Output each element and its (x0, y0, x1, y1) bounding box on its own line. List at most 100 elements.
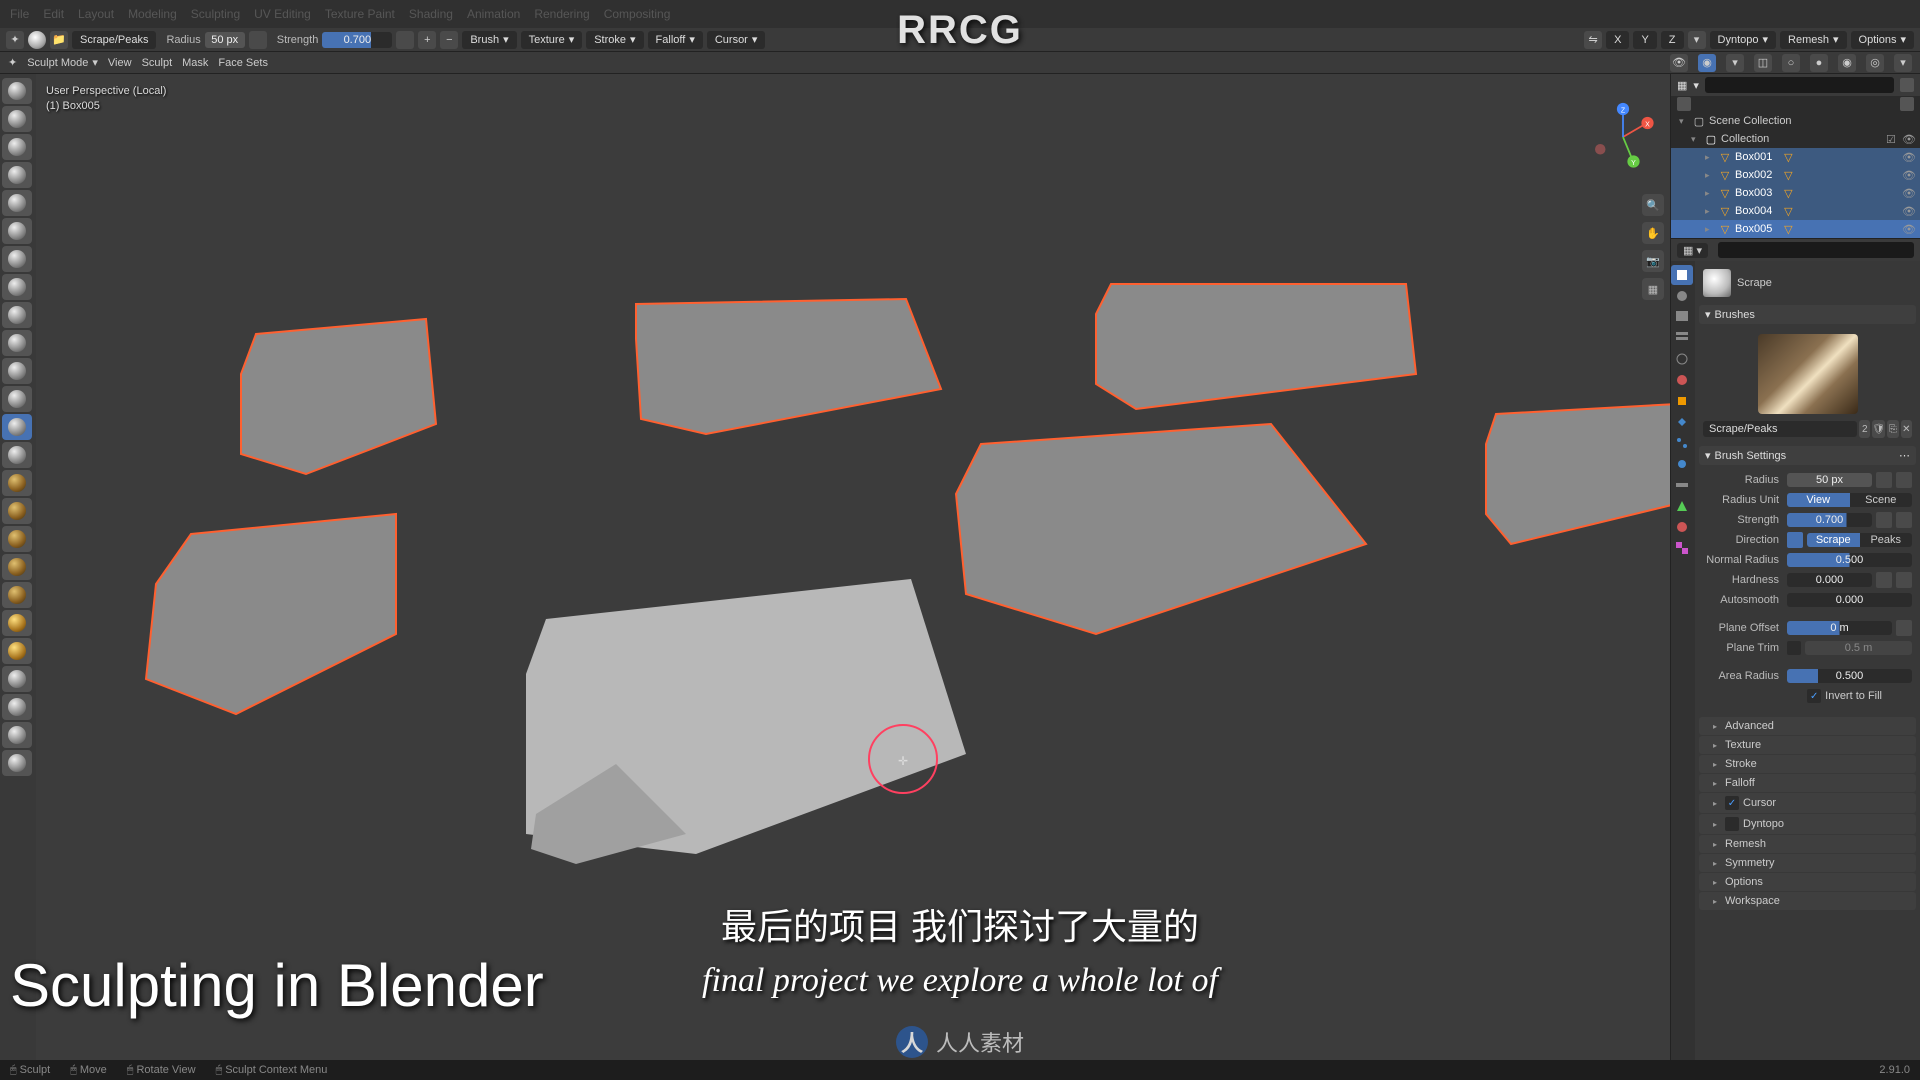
shading-rendered-icon[interactable]: ◎ (1866, 54, 1884, 72)
tool-layer[interactable] (2, 218, 32, 244)
toggle-direction[interactable]: Scrape Peaks (1807, 533, 1912, 547)
tool-elastic[interactable] (2, 526, 32, 552)
tool-nudge[interactable] (2, 638, 32, 664)
menu-view[interactable]: View (108, 57, 132, 69)
orientation-gizmo[interactable]: X Y Z (1588, 102, 1658, 172)
texture-menu[interactable]: Texture ▾ (521, 31, 583, 49)
properties-type-icon[interactable]: ▦ ▾ (1677, 243, 1708, 258)
falloff-menu[interactable]: Falloff ▾ (648, 31, 703, 49)
panel-brushes[interactable]: ▾Brushes (1699, 305, 1916, 324)
tool-thumb[interactable] (2, 582, 32, 608)
options-dropdown[interactable]: Options ▾ (1851, 31, 1914, 49)
tab-world[interactable] (1671, 370, 1693, 390)
eye-icon[interactable]: 👁 (1902, 169, 1914, 181)
tab-texture[interactable] (1671, 538, 1693, 558)
zoom-icon[interactable]: 🔍 (1642, 194, 1664, 216)
eye-icon[interactable]: 👁 (1902, 187, 1914, 199)
tool-boundary[interactable] (2, 722, 32, 748)
outliner-item-box003[interactable]: ▸▽ Box003 ▽ 👁 (1671, 184, 1920, 202)
overlay-toggle-icon[interactable]: 👁 (1670, 54, 1688, 72)
checkbox-invert-fill[interactable]: ✓ (1807, 689, 1821, 703)
camera-icon[interactable]: 📷 (1642, 250, 1664, 272)
new-brush-icon[interactable]: ⎘ (1887, 420, 1898, 438)
tool-grab[interactable] (2, 498, 32, 524)
tool-slide[interactable] (2, 694, 32, 720)
shading-wireframe-icon[interactable]: ○ (1782, 54, 1800, 72)
dyntopo-dropdown[interactable]: Dyntopo ▾ (1710, 31, 1777, 49)
mode-dropdown[interactable]: Sculpt Mode ▾ (27, 56, 98, 69)
outliner-item-box005[interactable]: ▸▽ Box005 ▽ 👁 (1671, 220, 1920, 238)
tab-material[interactable] (1671, 517, 1693, 537)
brush-users-count[interactable]: 2 (1859, 420, 1870, 438)
minus-icon[interactable]: − (440, 31, 458, 49)
input-normal-radius[interactable]: 0.500 (1787, 553, 1912, 567)
tab-viewlayer[interactable] (1671, 328, 1693, 348)
radius-unified-icon[interactable] (1896, 472, 1912, 488)
tool-clay-strips[interactable] (2, 162, 32, 188)
remesh-dropdown[interactable]: Remesh ▾ (1780, 31, 1847, 49)
hardness-pressure-icon[interactable] (1876, 572, 1892, 588)
mirror-z[interactable]: Z (1661, 31, 1684, 49)
menu-item[interactable]: Modeling (128, 7, 177, 21)
tool-draw-sharp[interactable] (2, 106, 32, 132)
panel-cursor[interactable]: ▸✓Cursor (1699, 793, 1916, 813)
checkbox-dyntopo[interactable] (1725, 817, 1739, 831)
gizmo-toggle-icon[interactable]: ◉ (1698, 54, 1716, 72)
menu-item[interactable]: Sculpting (191, 7, 240, 21)
fake-user-icon[interactable]: 🛡 (1872, 420, 1885, 438)
input-area-radius[interactable]: 0.500 (1787, 669, 1912, 683)
panel-stroke[interactable]: ▸Stroke (1699, 755, 1916, 773)
tab-data[interactable] (1671, 496, 1693, 516)
input-autosmooth[interactable]: 0.000 (1787, 593, 1912, 607)
input-plane-trim[interactable]: 0.5 m (1805, 641, 1912, 655)
brush-preview-thumb[interactable] (1758, 334, 1858, 414)
perspective-icon[interactable]: ▦ (1642, 278, 1664, 300)
mirror-y[interactable]: Y (1633, 31, 1656, 49)
outliner-item-box002[interactable]: ▸▽ Box002 ▽ 👁 (1671, 166, 1920, 184)
tool-snake-hook[interactable] (2, 554, 32, 580)
tool-clay-thumb[interactable] (2, 190, 32, 216)
shading-options-icon[interactable]: ▾ (1894, 54, 1912, 72)
radius-pressure-icon[interactable] (249, 31, 267, 49)
tab-object[interactable] (1671, 391, 1693, 411)
tab-constraints[interactable] (1671, 475, 1693, 495)
pan-icon[interactable]: ✋ (1642, 222, 1664, 244)
checkbox-cursor[interactable]: ✓ (1725, 796, 1739, 810)
menu-item[interactable]: File (10, 7, 29, 21)
cursor-menu[interactable]: Cursor ▾ (707, 31, 766, 49)
menu-item[interactable]: Edit (43, 7, 64, 21)
eye-icon[interactable]: 👁 (1902, 133, 1914, 145)
plus-icon[interactable]: + (418, 31, 436, 49)
eye-icon[interactable]: 👁 (1902, 151, 1914, 163)
outliner-type-icon[interactable]: ▦ (1677, 79, 1687, 92)
menu-item[interactable]: Rendering (534, 7, 589, 21)
panel-workspace[interactable]: ▸Workspace (1699, 892, 1916, 910)
xray-icon[interactable]: ◫ (1754, 54, 1772, 72)
direction-plus-icon[interactable] (1787, 532, 1803, 548)
panel-falloff[interactable]: ▸Falloff (1699, 774, 1916, 792)
outliner-item-box001[interactable]: ▸▽ Box001 ▽ 👁 (1671, 148, 1920, 166)
brush-icon[interactable] (28, 31, 46, 49)
tool-pose[interactable] (2, 610, 32, 636)
radius-input[interactable]: 50 px (205, 32, 245, 48)
panel-options[interactable]: ▸Options (1699, 873, 1916, 891)
menu-mask[interactable]: Mask (182, 57, 208, 69)
strength-unified-icon[interactable] (1896, 512, 1912, 528)
tool-multiplane[interactable] (2, 442, 32, 468)
input-plane-offset[interactable]: 0 m (1787, 621, 1892, 635)
editor-icon[interactable]: ✦ (8, 56, 17, 69)
unlink-brush-icon[interactable]: ✕ (1901, 420, 1912, 438)
eye-icon[interactable]: 👁 (1902, 205, 1914, 217)
menu-sculpt[interactable]: Sculpt (142, 57, 173, 69)
mirror-x[interactable]: X (1606, 31, 1629, 49)
shading-material-icon[interactable]: ◉ (1838, 54, 1856, 72)
input-strength[interactable]: 0.700 (1787, 513, 1872, 527)
tab-physics[interactable] (1671, 454, 1693, 474)
brush-name-input[interactable] (1703, 421, 1857, 437)
tool-crease[interactable] (2, 302, 32, 328)
tab-output[interactable] (1671, 307, 1693, 327)
stroke-menu[interactable]: Stroke ▾ (586, 31, 643, 49)
properties-search[interactable] (1718, 242, 1914, 258)
strength-input[interactable]: 0.700 (322, 32, 392, 48)
tool-clay[interactable] (2, 134, 32, 160)
